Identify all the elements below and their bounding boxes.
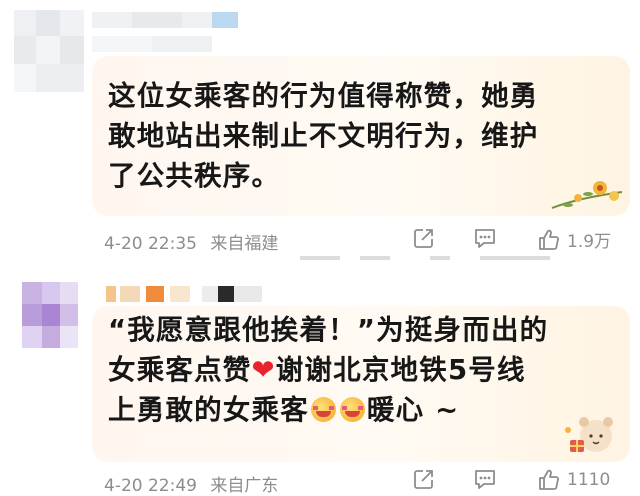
avatar[interactable] <box>14 10 84 92</box>
share-button[interactable] <box>413 227 435 249</box>
hug-emoji-icon <box>339 397 365 422</box>
hug-emoji-icon <box>310 397 336 422</box>
like-button[interactable]: 1.9万 <box>537 227 611 252</box>
comment-button[interactable] <box>473 468 497 490</box>
username[interactable] <box>92 12 252 28</box>
comment-text-line: 这位女乘客的行为值得称赞，她勇 <box>108 80 539 112</box>
like-button[interactable]: 1110 <box>537 468 610 492</box>
comment-text-segment: 暖心 ~ <box>366 394 460 426</box>
comment-time: 4-20 22:49 <box>104 476 197 496</box>
comment-bubble: 这位女乘客的行为值得称赞，她勇 敢地站出来制止不文明行为，维护 了公共秩序。 <box>92 56 630 216</box>
like-icon <box>539 229 559 250</box>
comment-item: 这位女乘客的行为值得称赞，她勇 敢地站出来制止不文明行为，维护 了公共秩序。 4… <box>0 0 640 262</box>
comment-text-line: “我愿意跟他挨着！”为挺身而出的 <box>108 314 549 346</box>
comment-text-segment: 上勇敢的女乘客 <box>108 394 309 426</box>
comment-text: “我愿意跟他挨着！”为挺身而出的 女乘客点赞❤谢谢北京地铁5号线 上勇敢的女乘客… <box>108 310 608 430</box>
like-icon <box>539 469 559 490</box>
flower-decoration-icon <box>551 181 623 209</box>
comment-location: 来自广东 <box>210 476 279 496</box>
comment-text-segment: 谢谢北京地铁5号线 <box>275 354 526 386</box>
comment-text-line: 女乘客点赞❤谢谢北京地铁5号线 <box>108 350 608 390</box>
share-button[interactable] <box>413 468 435 490</box>
comment-meta: 4-20 22:49 来自广东 <box>104 471 278 496</box>
like-count: 1110 <box>567 470 611 490</box>
heart-emoji-icon: ❤ <box>251 354 276 386</box>
comment-text-line: 上勇敢的女乘客 暖心 ~ <box>108 390 608 430</box>
comment-text: 这位女乘客的行为值得称赞，她勇 敢地站出来制止不文明行为，维护 了公共秩序。 <box>108 76 608 196</box>
username[interactable] <box>106 286 266 302</box>
comment-time: 4-20 22:35 <box>104 234 197 254</box>
comment-bubble: “我愿意跟他挨着！”为挺身而出的 女乘客点赞❤谢谢北京地铁5号线 上勇敢的女乘客… <box>92 306 630 462</box>
avatar[interactable] <box>22 282 78 348</box>
comment-text-line: 敢地站出来制止不文明行为，维护 <box>108 120 539 152</box>
bear-sticker-icon <box>565 417 613 452</box>
username-blur <box>92 36 212 52</box>
share-icon <box>414 470 433 489</box>
comment-button[interactable] <box>473 227 497 249</box>
comment-icon <box>475 229 495 248</box>
comment-text-segment: 女乘客点赞 <box>108 354 252 386</box>
comment-location: 来自福建 <box>210 234 279 254</box>
comment-meta: 4-20 22:35 来自福建 <box>104 229 278 254</box>
share-icon <box>414 229 433 248</box>
comment-icon <box>475 470 495 489</box>
comment-item: “我愿意跟他挨着！”为挺身而出的 女乘客点赞❤谢谢北京地铁5号线 上勇敢的女乘客… <box>0 262 640 496</box>
comment-text-line: 了公共秩序。 <box>108 160 281 192</box>
like-count: 1.9万 <box>567 232 612 252</box>
